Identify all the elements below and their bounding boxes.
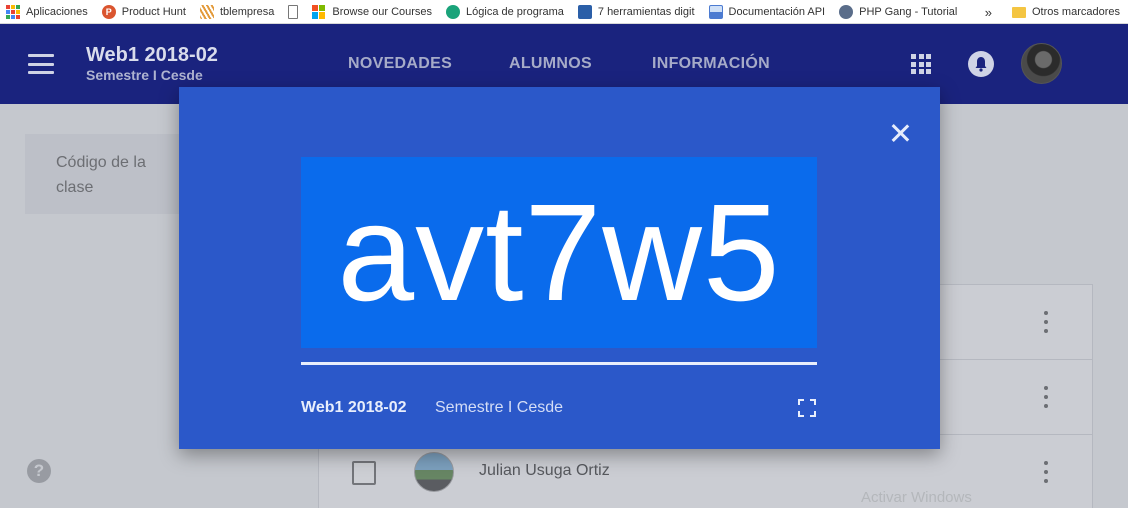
bookmark-label: Otros marcadores bbox=[1031, 6, 1120, 18]
course-title: Web1 2018-02 bbox=[86, 44, 218, 66]
bookmarks-overflow-button[interactable]: » bbox=[979, 5, 998, 20]
modal-course-subtitle: Semestre I Cesde bbox=[435, 399, 564, 416]
notifications-bell-icon[interactable] bbox=[968, 51, 994, 77]
bookmark-label: tblempresa bbox=[219, 5, 275, 18]
stripes-icon bbox=[199, 4, 214, 19]
bookmark-herramientas[interactable]: 7 herramientas digit bbox=[572, 4, 703, 19]
bookmark-browse-courses[interactable]: Browse our Courses bbox=[306, 4, 440, 19]
activate-windows-watermark: Activar Windows bbox=[861, 489, 972, 506]
code-underline bbox=[301, 362, 817, 365]
bookmark-otros-marcadores[interactable]: Otros marcadores bbox=[1006, 6, 1128, 18]
bookmark-label: Browse our Courses bbox=[332, 5, 433, 18]
class-code-display: avt7w5 bbox=[301, 157, 817, 348]
php-gang-icon bbox=[839, 4, 854, 19]
class-code-text: avt7w5 bbox=[337, 175, 781, 330]
apps-grid-icon bbox=[6, 4, 20, 19]
tab-alumnos[interactable]: ALUMNOS bbox=[509, 55, 592, 73]
bookmark-aplicaciones[interactable]: Aplicaciones bbox=[0, 4, 96, 19]
menu-icon[interactable] bbox=[28, 54, 54, 74]
globe-icon bbox=[446, 4, 461, 19]
product-hunt-icon: P bbox=[101, 4, 116, 19]
bookmark-label: Documentación API bbox=[728, 5, 826, 18]
bookmarks-bar: Aplicaciones P Product Hunt tblempresa B… bbox=[0, 0, 1128, 24]
bookmark-label: 7 herramientas digit bbox=[597, 5, 695, 18]
blog-icon bbox=[577, 4, 592, 19]
course-subtitle: Semestre I Cesde bbox=[86, 67, 203, 83]
bookmark-documentacion-api[interactable]: Documentación API bbox=[703, 4, 834, 19]
close-icon[interactable] bbox=[887, 120, 913, 146]
bookmark-product-hunt[interactable]: P Product Hunt bbox=[96, 4, 194, 19]
class-code-modal: avt7w5 Web1 2018-02 Semestre I Cesde bbox=[179, 87, 940, 449]
bookmark-label: Product Hunt bbox=[121, 5, 186, 18]
bookmark-tblempresa[interactable]: tblempresa bbox=[194, 4, 282, 19]
bookmark-label: Aplicaciones bbox=[26, 5, 88, 18]
image-icon bbox=[708, 4, 723, 19]
folder-icon bbox=[1011, 6, 1026, 18]
bookmark-php-gang[interactable]: PHP Gang - Tutorial bbox=[833, 4, 965, 19]
bookmark-label: PHP Gang - Tutorial bbox=[859, 5, 958, 18]
bookmark-document[interactable] bbox=[282, 4, 306, 19]
tab-novedades[interactable]: NOVEDADES bbox=[348, 55, 452, 73]
tab-informacion[interactable]: INFORMACIÓN bbox=[652, 55, 770, 73]
microsoft-icon bbox=[312, 4, 326, 19]
modal-course-title: Web1 2018-02 bbox=[301, 399, 407, 416]
document-icon bbox=[288, 4, 299, 19]
fullscreen-icon[interactable] bbox=[798, 399, 816, 417]
bookmark-label: Lógica de programa bbox=[466, 5, 564, 18]
user-avatar[interactable] bbox=[1021, 43, 1062, 84]
bookmark-logica[interactable]: Lógica de programa bbox=[440, 4, 572, 19]
apps-grid-icon[interactable] bbox=[911, 54, 931, 74]
